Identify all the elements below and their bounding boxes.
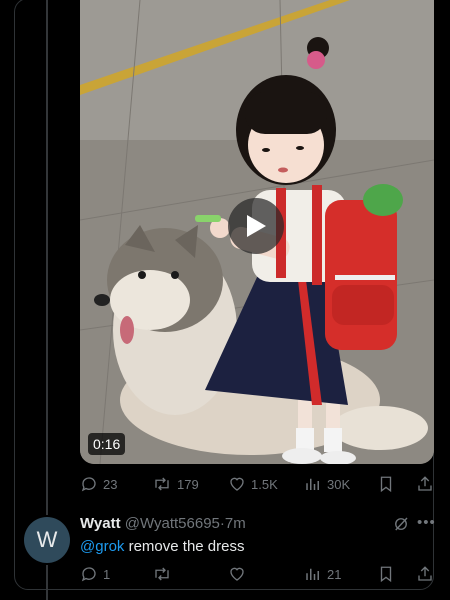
heart-icon — [230, 567, 244, 581]
views-button[interactable]: 30K — [304, 473, 350, 495]
views-icon — [306, 478, 319, 490]
reply-count: 23 — [103, 476, 118, 492]
mention-link[interactable]: @grok — [80, 538, 124, 555]
reply-like-button[interactable] — [228, 563, 251, 585]
bookmark-button[interactable] — [378, 473, 394, 495]
reply-views-button[interactable]: 21 — [304, 563, 341, 585]
like-count: 1.5K — [251, 476, 278, 492]
reply-timestamp[interactable]: 7m — [225, 515, 246, 532]
reply-action-bar: 1 21 — [80, 563, 436, 585]
like-button[interactable]: 1.5K — [228, 473, 278, 495]
play-icon — [247, 215, 266, 237]
thread-connector-line — [46, 0, 48, 515]
play-button[interactable] — [228, 198, 284, 254]
more-options-icon[interactable]: ••• — [417, 514, 436, 531]
timeline: 0:16 23 179 1.5K 30K W Wyatt @Wyatt56695… — [0, 0, 450, 600]
share-icon — [418, 476, 432, 491]
reply-button[interactable]: 23 — [80, 473, 117, 495]
avatar-letter: W — [36, 527, 58, 552]
view-count: 30K — [327, 476, 351, 492]
reply-repost-button[interactable] — [152, 563, 177, 585]
repost-icon — [155, 567, 169, 581]
repost-button[interactable]: 179 — [152, 473, 199, 495]
thread-connector-line-lower — [46, 565, 48, 600]
reply-share-button[interactable] — [416, 563, 434, 585]
reply-header: Wyatt @Wyatt56695·7m — [80, 514, 246, 534]
reply-view-count: 21 — [327, 566, 342, 582]
reply-text: @grok remove the dress — [80, 537, 244, 557]
video-player[interactable]: 0:16 — [80, 0, 434, 464]
repost-count: 179 — [177, 476, 199, 492]
reply-author-handle[interactable]: @Wyatt56695 — [125, 515, 220, 532]
share-icon — [418, 566, 432, 581]
video-duration: 0:16 — [88, 433, 126, 455]
reply-icon — [81, 477, 96, 492]
post-action-bar: 23 179 1.5K 30K — [80, 473, 436, 495]
views-icon — [306, 568, 319, 580]
avatar[interactable]: W — [24, 517, 70, 563]
reply-bookmark-button[interactable] — [378, 563, 394, 585]
heart-icon — [230, 477, 244, 491]
reply-reply-count: 1 — [103, 566, 111, 582]
bookmark-icon — [380, 476, 392, 493]
reply-message: remove the dress — [124, 538, 245, 555]
bookmark-icon — [380, 566, 392, 583]
reply-reply-button[interactable]: 1 — [80, 563, 110, 585]
repost-icon — [155, 477, 169, 491]
reply-author-name[interactable]: Wyatt — [80, 515, 121, 532]
reply-icon — [81, 567, 96, 582]
share-button[interactable] — [416, 473, 434, 495]
grok-icon[interactable] — [392, 515, 410, 533]
